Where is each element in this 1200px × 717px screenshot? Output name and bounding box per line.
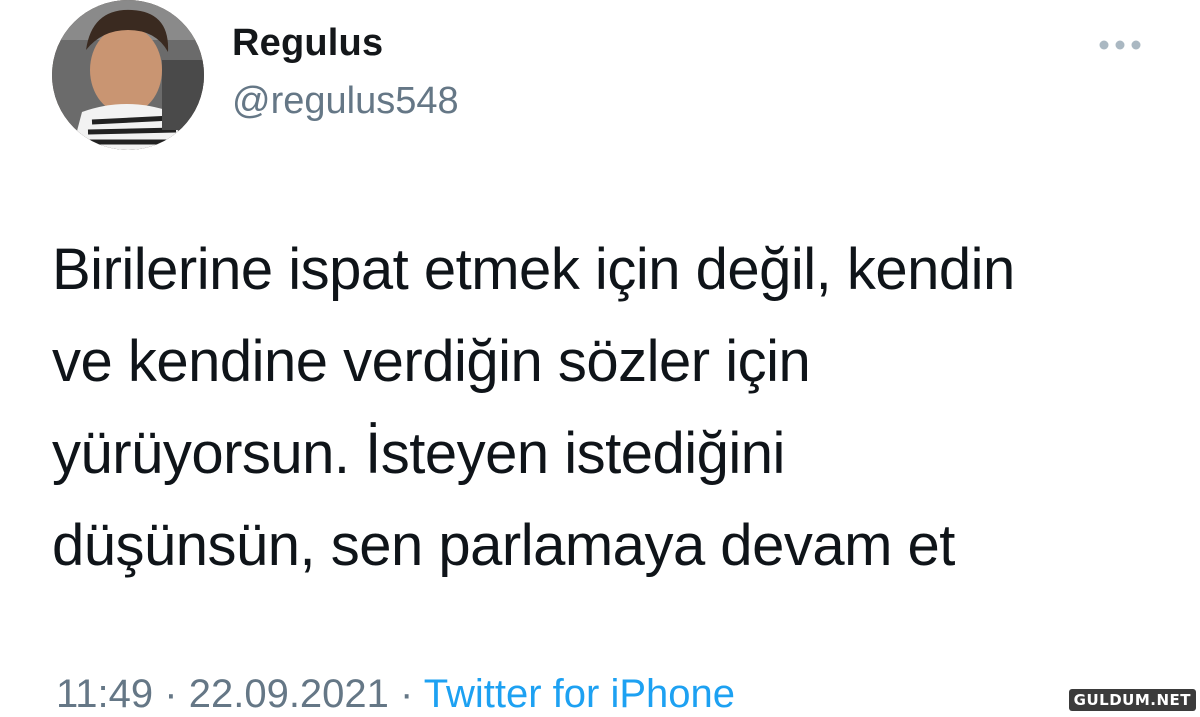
tweet-text: Birilerine ispat etmek için değil, kendi… — [52, 224, 1152, 592]
more-options-button[interactable] — [1092, 30, 1148, 60]
tweet-text-line: yürüyorsun. İsteyen istediğini — [52, 421, 785, 486]
tweet-text-line: Birilerine ispat etmek için değil, kendi… — [52, 237, 1015, 302]
meta-separator: · — [400, 672, 414, 716]
more-horizontal-icon — [1099, 40, 1141, 50]
display-name[interactable]: Regulus — [232, 22, 383, 65]
meta-separator: · — [164, 672, 178, 716]
tweet-time[interactable]: 11:49 — [56, 672, 153, 716]
avatar[interactable] — [52, 0, 204, 150]
user-handle[interactable]: @regulus548 — [232, 80, 459, 123]
tweet-source-link[interactable]: Twitter for iPhone — [424, 672, 735, 716]
avatar-photo — [52, 0, 204, 150]
tweet-text-line: düşünsün, sen parlamaya devam et — [52, 513, 955, 578]
watermark-logo: GULDUM.NET — [1068, 689, 1196, 711]
tweet-text-line: ve kendine verdiğin sözler için — [52, 329, 811, 394]
tweet-meta: 11:49 · 22.09.2021 · Twitter for iPhone — [56, 672, 735, 717]
tweet-card: Regulus @regulus548 Birilerine ispat etm… — [0, 0, 1200, 717]
tweet-date[interactable]: 22.09.2021 — [189, 672, 389, 716]
